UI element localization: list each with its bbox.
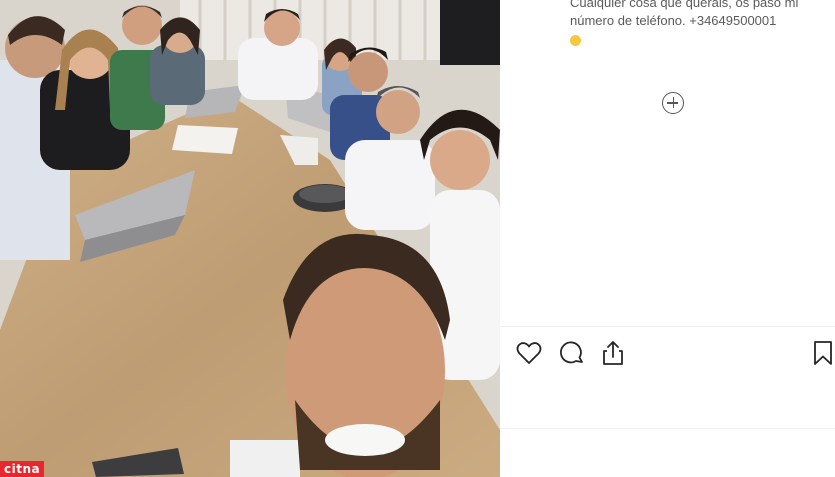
- caption-line-1: Cualquier cosa que queráis, os paso mi: [570, 0, 799, 10]
- bookmark-icon[interactable]: [808, 338, 835, 368]
- share-upload-icon[interactable]: [598, 338, 628, 368]
- divider: [500, 326, 835, 327]
- heart-icon[interactable]: [514, 338, 544, 368]
- post-caption: Cualquier cosa que queráis, os paso mi n…: [570, 0, 830, 48]
- speech-bubble-icon[interactable]: [557, 338, 587, 368]
- smile-emoji-icon: [570, 35, 581, 47]
- post-sidebar: Cualquier cosa que queráis, os paso mi n…: [500, 0, 835, 477]
- group-selfie-image: [0, 0, 500, 477]
- plus-circle-icon[interactable]: [662, 92, 684, 114]
- caption-line-2: número de teléfono. +34649500001: [570, 13, 777, 28]
- post-actions-bar: [500, 338, 835, 370]
- post-photo[interactable]: citna: [0, 0, 500, 477]
- divider: [500, 428, 835, 429]
- watermark-logo: citna: [0, 461, 45, 477]
